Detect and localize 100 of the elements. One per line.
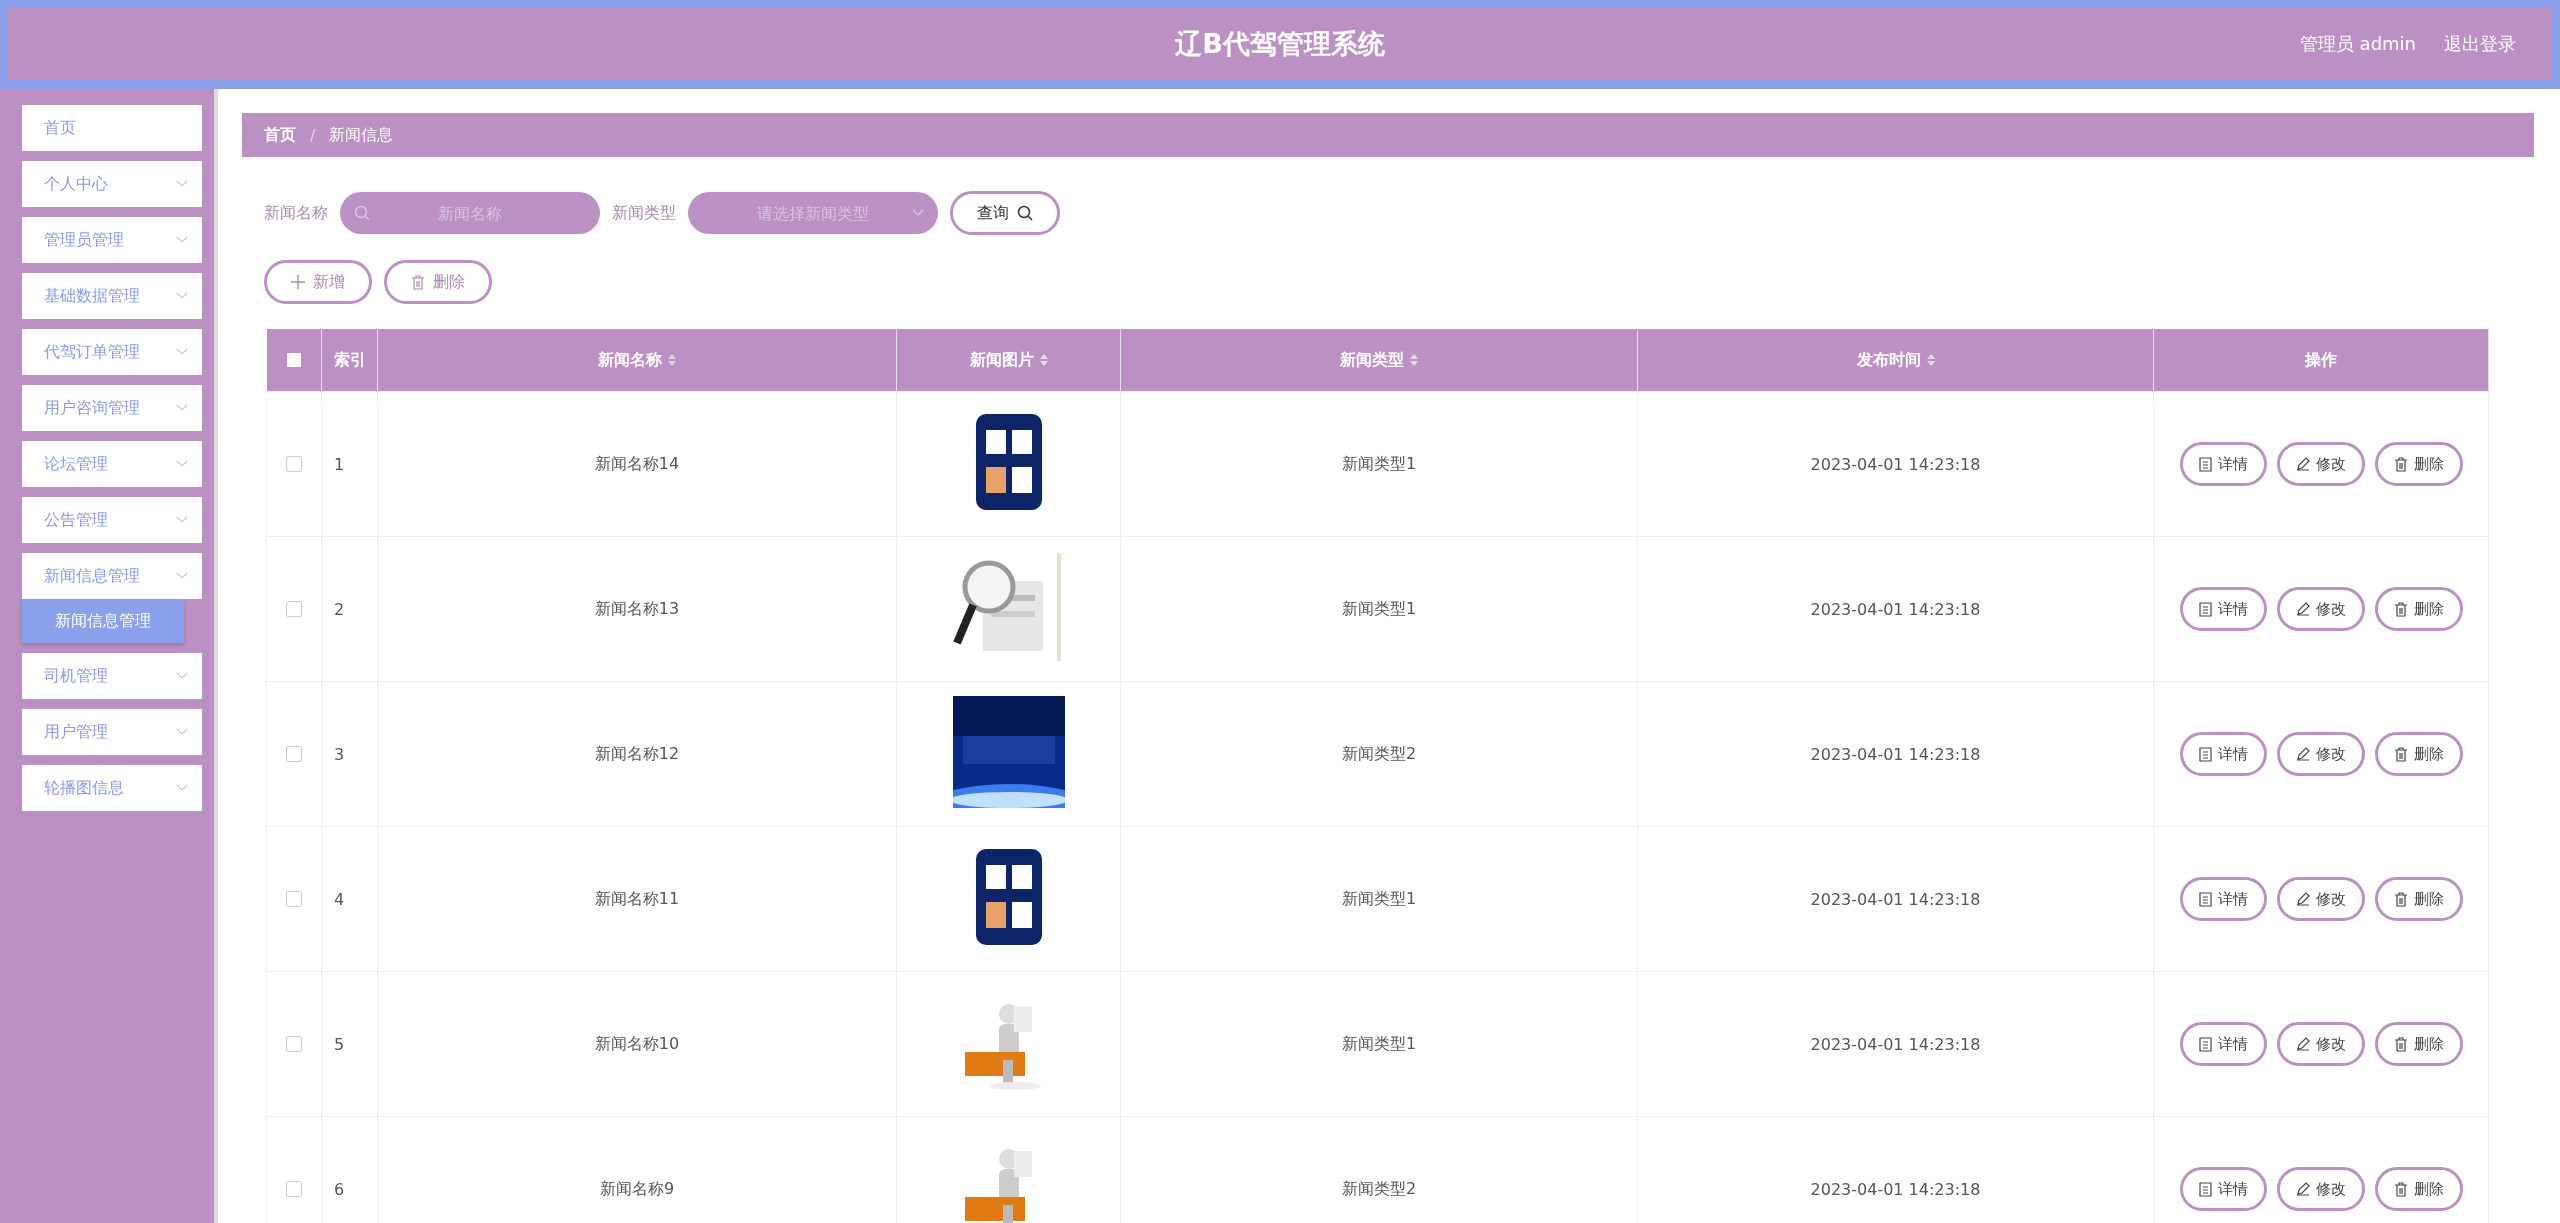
delete-button[interactable]: 删除 xyxy=(2374,877,2463,921)
sort-icon xyxy=(1410,354,1418,366)
pencil-icon xyxy=(2295,892,2310,906)
document-icon xyxy=(2198,1036,2212,1052)
sidebar-item[interactable]: 代驾订单管理 xyxy=(22,329,202,375)
pencil-icon xyxy=(2295,602,2310,616)
row-checkbox[interactable] xyxy=(286,746,302,762)
details-button[interactable]: 详情 xyxy=(2179,1167,2267,1211)
pencil-icon xyxy=(2295,747,2310,761)
sidebar-item[interactable]: 用户咨询管理 xyxy=(22,385,202,431)
table-cell: 2023-04-01 14:23:18 xyxy=(1637,536,2154,682)
trash-icon xyxy=(2393,456,2408,472)
table-cell: 新闻名称14 xyxy=(377,391,897,537)
details-button[interactable]: 详情 xyxy=(2179,732,2267,776)
sidebar-item[interactable]: 基础数据管理 xyxy=(22,273,202,319)
table-cell: 5 xyxy=(321,971,378,1117)
delete-button[interactable]: 删除 xyxy=(2374,1167,2463,1211)
field-label: 新闻类型 xyxy=(612,202,676,224)
trash-icon xyxy=(2393,601,2408,617)
row-checkbox[interactable] xyxy=(286,456,302,472)
add-button[interactable]: 新增 xyxy=(264,260,372,304)
sidebar-item[interactable]: 用户管理 xyxy=(22,709,202,755)
sidebar-item[interactable]: 个人中心 xyxy=(22,161,202,207)
breadcrumb-separator: / xyxy=(310,125,316,145)
table-cell: 2023-04-01 14:23:18 xyxy=(1637,971,2154,1117)
chevron-down-icon xyxy=(912,209,924,217)
table-cell: 3 xyxy=(321,681,378,827)
table-cell: 2 xyxy=(321,536,378,682)
table-cell: 4 xyxy=(321,826,378,972)
logout-link[interactable]: 退出登录 xyxy=(2444,32,2516,56)
edit-button[interactable]: 修改 xyxy=(2276,732,2365,776)
document-icon xyxy=(2198,891,2212,907)
sort-icon xyxy=(1039,354,1048,366)
chevron-down-icon xyxy=(176,516,188,524)
chevron-down-icon xyxy=(176,572,188,580)
document-icon xyxy=(2198,746,2212,762)
column-header: 操作 xyxy=(2305,349,2337,371)
trash-icon xyxy=(2393,1181,2408,1197)
table-cell: 新闻名称11 xyxy=(377,826,897,972)
row-checkbox[interactable] xyxy=(286,1181,302,1197)
table-cell: 新闻类型1 xyxy=(1120,971,1638,1117)
query-button[interactable]: 查询 xyxy=(950,191,1060,235)
delete-button[interactable]: 删除 xyxy=(2374,1022,2463,1066)
delete-button[interactable]: 删除 xyxy=(2374,587,2463,631)
column-header[interactable]: 新闻名称 xyxy=(598,349,676,371)
sidebar-item[interactable]: 公告管理 xyxy=(22,497,202,543)
details-button[interactable]: 详情 xyxy=(2179,1022,2267,1066)
chevron-down-icon xyxy=(176,348,188,356)
pencil-icon xyxy=(2295,1182,2310,1196)
delete-button[interactable]: 删除 xyxy=(2374,732,2463,776)
row-checkbox[interactable] xyxy=(286,601,302,617)
chevron-down-icon xyxy=(176,292,188,300)
table-cell: 新闻名称10 xyxy=(377,971,897,1117)
edit-button[interactable]: 修改 xyxy=(2276,1167,2365,1211)
sort-icon xyxy=(668,354,676,366)
table-cell: 1 xyxy=(321,391,378,537)
sidebar-item[interactable]: 司机管理 xyxy=(22,653,202,699)
select-all-checkbox[interactable] xyxy=(286,353,301,367)
row-checkbox[interactable] xyxy=(286,891,302,907)
edit-button[interactable]: 修改 xyxy=(2276,1022,2365,1066)
search-icon xyxy=(1017,205,1033,221)
table-cell: 新闻类型1 xyxy=(1120,391,1638,537)
column-header: 索引 xyxy=(333,349,366,371)
table-cell: 2023-04-01 14:23:18 xyxy=(1637,391,2154,537)
chevron-down-icon xyxy=(176,672,188,680)
column-header[interactable]: 新闻类型 xyxy=(1340,349,1418,371)
delete-button[interactable]: 删除 xyxy=(2374,442,2463,486)
document-icon xyxy=(2198,1181,2212,1197)
pencil-icon xyxy=(2295,457,2310,471)
chevron-down-icon xyxy=(176,404,188,412)
table-cell: 新闻类型1 xyxy=(1120,536,1638,682)
breadcrumb-item: 新闻信息 xyxy=(329,124,394,146)
details-button[interactable]: 详情 xyxy=(2179,442,2267,486)
sidebar-item[interactable]: 首页 xyxy=(22,105,202,151)
trash-icon xyxy=(2393,746,2408,762)
sidebar-item[interactable]: 论坛管理 xyxy=(22,441,202,487)
sidebar-item[interactable]: 新闻信息管理 xyxy=(22,553,202,599)
breadcrumb-item[interactable]: 首页 xyxy=(264,124,296,146)
edit-button[interactable]: 修改 xyxy=(2276,442,2365,486)
edit-button[interactable]: 修改 xyxy=(2276,587,2365,631)
chevron-down-icon xyxy=(176,728,188,736)
chevron-down-icon xyxy=(176,236,188,244)
column-header[interactable]: 发布时间 xyxy=(1856,349,1935,371)
chevron-down-icon xyxy=(176,784,188,792)
table-cell: 新闻名称13 xyxy=(377,536,897,682)
delete-button[interactable]: 删除 xyxy=(384,260,492,304)
edit-button[interactable]: 修改 xyxy=(2276,877,2365,921)
details-button[interactable]: 详情 xyxy=(2179,587,2267,631)
document-icon xyxy=(2198,456,2212,472)
pencil-icon xyxy=(2295,1037,2310,1051)
sidebar-item[interactable]: 管理员管理 xyxy=(22,217,202,263)
sidebar-item[interactable]: 轮播图信息 xyxy=(22,765,202,811)
app-title: 辽B代驾管理系统 xyxy=(1175,27,1385,61)
user-label: 管理员 admin xyxy=(2299,32,2416,56)
details-button[interactable]: 详情 xyxy=(2179,877,2267,921)
chevron-down-icon xyxy=(176,460,188,468)
chevron-down-icon xyxy=(176,180,188,188)
row-checkbox[interactable] xyxy=(286,1036,302,1052)
sidebar-subitem[interactable]: 新闻信息管理 xyxy=(22,599,184,643)
column-header[interactable]: 新闻图片 xyxy=(969,349,1048,371)
